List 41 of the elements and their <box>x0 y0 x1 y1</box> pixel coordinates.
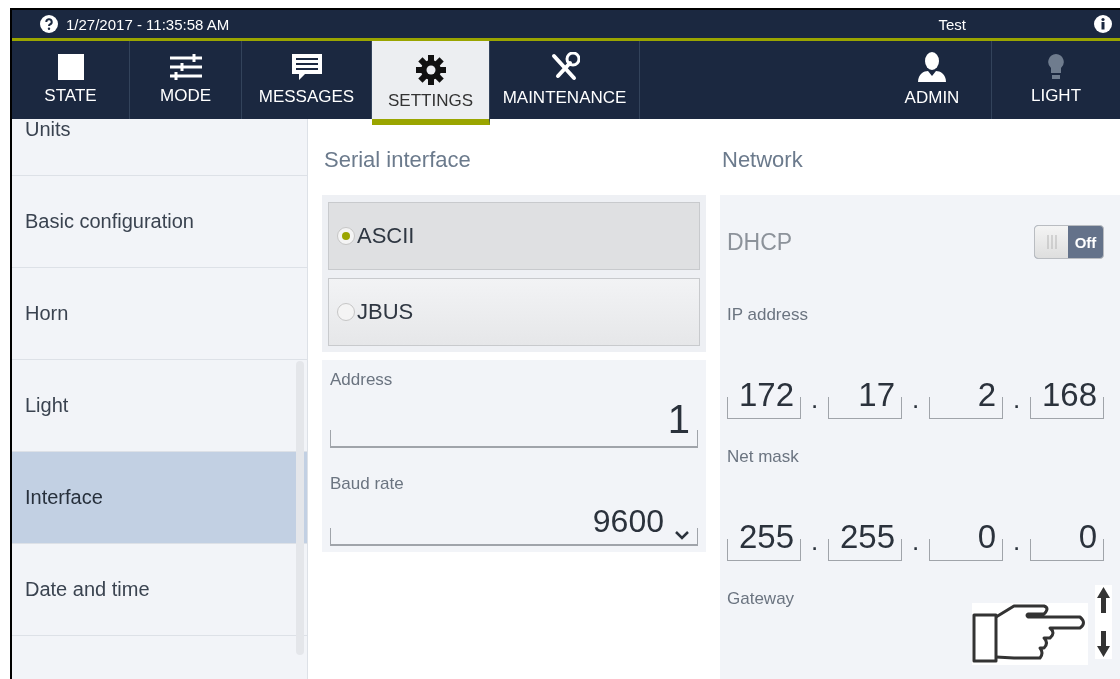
nav-tab[interactable]: LIGHT <box>991 41 1120 119</box>
dot-separator: . <box>910 384 921 416</box>
user-icon <box>916 52 948 82</box>
chevron-down-icon <box>674 530 690 540</box>
field-label: Gateway <box>727 589 796 609</box>
dhcp-toggle[interactable]: Off <box>1034 225 1104 259</box>
nav-tab[interactable]: SETTINGS <box>372 41 490 125</box>
user-name: Test <box>938 15 966 33</box>
section-title: Serial interface <box>324 147 472 173</box>
field-label: Baud rate <box>330 474 405 494</box>
scrollbar[interactable] <box>296 361 304 655</box>
grip-icon <box>1046 235 1057 249</box>
dot-separator: . <box>1011 526 1022 558</box>
sidebar-item[interactable]: Basic configuration <box>12 176 307 268</box>
nav-tab[interactable]: MAINTENANCE <box>490 41 640 119</box>
up-down-arrows-icon <box>1095 585 1112 659</box>
radio-option[interactable]: JBUS <box>328 278 700 346</box>
field-label: Address <box>330 370 394 390</box>
pointing-hand-icon <box>972 603 1088 665</box>
dot-separator: . <box>910 526 921 558</box>
dot-separator: . <box>1011 384 1022 416</box>
message-icon <box>290 53 323 81</box>
radio-option[interactable]: ASCII <box>328 202 700 270</box>
sidebar-item[interactable]: Interface <box>12 452 307 544</box>
info-icon[interactable] <box>1094 15 1112 33</box>
help-icon[interactable] <box>40 15 58 33</box>
settings-icon <box>415 55 446 85</box>
field-label: Net mask <box>727 447 800 467</box>
dot-separator: . <box>809 384 820 416</box>
date-time: 1/27/2017 - 11:35:58 AM <box>66 15 230 33</box>
sidebar-item[interactable]: Units <box>12 119 307 176</box>
light-bulb-icon <box>1048 54 1064 80</box>
square-icon <box>57 54 84 80</box>
dot-separator: . <box>809 526 820 558</box>
section-title: Network <box>722 147 804 173</box>
nav-tab[interactable]: ADMIN <box>873 41 991 119</box>
field-label: IP address <box>727 305 809 325</box>
sliders-icon <box>169 54 202 80</box>
sidebar-item[interactable]: Horn <box>12 268 307 360</box>
tools-icon <box>549 52 580 82</box>
dhcp-label: DHCP <box>727 228 793 256</box>
